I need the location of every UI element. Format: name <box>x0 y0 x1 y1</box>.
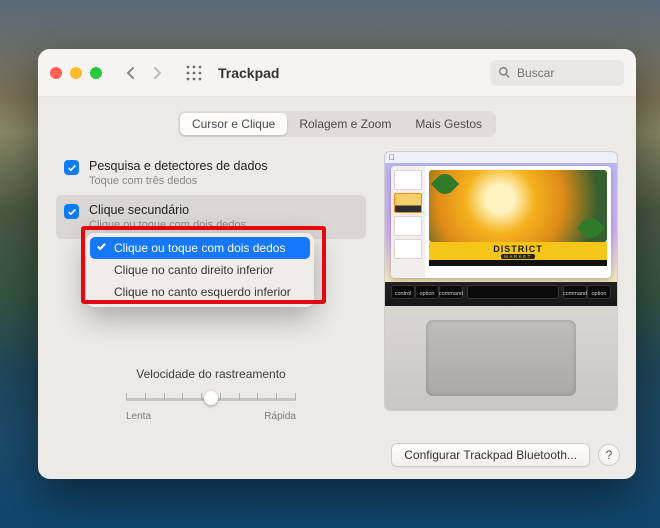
preview-keyboard: control option command command option <box>385 282 617 306</box>
preview-thumbnail <box>394 239 422 259</box>
options-column: Pesquisa e detectores de dados Toque com… <box>56 151 366 422</box>
preview-thumbnail <box>394 170 422 190</box>
window-title: Trackpad <box>218 65 279 81</box>
apple-icon:  <box>389 153 395 162</box>
minimize-button[interactable] <box>70 67 82 79</box>
key-control: control <box>391 285 415 299</box>
search-field[interactable] <box>490 60 624 86</box>
titlebar: Trackpad <box>38 49 636 97</box>
checkbox-secondary[interactable] <box>64 204 79 219</box>
search-input[interactable] <box>517 66 607 80</box>
preview-screen:  <box>385 152 617 282</box>
tab-cursor-click[interactable]: Cursor e Clique <box>180 113 287 135</box>
dropdown-item-bottom-left[interactable]: Clique no canto esquerdo inferior <box>90 281 310 303</box>
help-button[interactable]: ? <box>598 444 620 466</box>
gesture-preview:  <box>384 151 618 411</box>
slider-high-label: Rápida <box>264 411 296 422</box>
dropdown-item-two-fingers[interactable]: Clique ou toque com dois dedos <box>90 237 310 259</box>
dropdown-item-label: Clique ou toque com dois dedos <box>114 241 285 255</box>
tracking-speed-slider[interactable] <box>126 389 296 409</box>
tab-bar: Cursor e Clique Rolagem e Zoom Mais Gest… <box>56 111 618 137</box>
option-lookup[interactable]: Pesquisa e detectores de dados Toque com… <box>56 151 366 195</box>
close-button[interactable] <box>50 67 62 79</box>
key-command: command <box>563 285 587 299</box>
slider-knob[interactable] <box>204 391 218 405</box>
tab-scroll-zoom[interactable]: Rolagem e Zoom <box>287 113 403 135</box>
preview-photo <box>429 170 607 242</box>
preferences-window: Trackpad Cursor e Clique Rolagem e Zoom … <box>38 49 636 479</box>
window-controls <box>50 67 102 79</box>
check-icon <box>96 241 107 255</box>
option-lookup-sub: Toque com três dedos <box>89 175 268 187</box>
show-all-icon[interactable] <box>184 63 204 83</box>
option-secondary-sub: Clique ou toque com dois dedos <box>89 219 246 231</box>
secondary-click-dropdown: Clique ou toque com dois dedos Clique no… <box>86 233 314 307</box>
option-lookup-label: Pesquisa e detectores de dados <box>89 159 268 173</box>
preview-brand-sub: MARKET <box>501 254 535 259</box>
slider-label: Velocidade do rastreamento <box>56 367 366 381</box>
preview-thumbnail <box>394 216 422 236</box>
slider-low-label: Lenta <box>126 411 151 422</box>
zoom-button[interactable] <box>90 67 102 79</box>
key-command: command <box>439 285 463 299</box>
forward-button[interactable] <box>146 62 168 84</box>
tab-more-gestures[interactable]: Mais Gestos <box>403 113 494 135</box>
preview-trackpad <box>385 306 617 410</box>
dropdown-item-label: Clique no canto esquerdo inferior <box>114 285 291 299</box>
back-button[interactable] <box>120 62 142 84</box>
search-icon <box>498 66 511 79</box>
option-secondary-label: Clique secundário <box>89 203 246 217</box>
bluetooth-trackpad-button[interactable]: Configurar Trackpad Bluetooth... <box>391 443 590 467</box>
preview-thumbnail <box>394 193 422 213</box>
preview-brand: DISTRICT <box>493 244 543 254</box>
key-option: option <box>587 285 611 299</box>
nav-buttons <box>120 62 168 84</box>
dropdown-item-label: Clique no canto direito inferior <box>114 263 273 277</box>
key-space <box>467 285 559 299</box>
dropdown-item-bottom-right[interactable]: Clique no canto direito inferior <box>90 259 310 281</box>
key-option: option <box>415 285 439 299</box>
checkbox-lookup[interactable] <box>64 160 79 175</box>
